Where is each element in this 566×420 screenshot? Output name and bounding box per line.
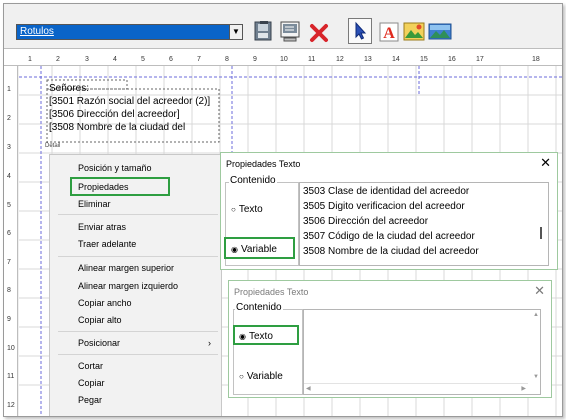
text-tool-icon[interactable]: A [377, 18, 401, 44]
menu-item-copy[interactable]: Copiar [78, 378, 105, 388]
ruler-tick: 8 [225, 56, 229, 63]
ruler-tick: 9 [253, 56, 257, 63]
ruler-tick: 12 [336, 56, 344, 63]
menu-item-copy-width[interactable]: Copiar ancho [78, 298, 132, 308]
menu-item-copy-height[interactable]: Copiar alto [78, 315, 122, 325]
ruler-tick: 6 [169, 56, 173, 63]
text-line: [3506 Dirección del acreedor] [49, 109, 180, 120]
delete-icon[interactable] [307, 18, 331, 44]
section-combo[interactable]: Rotulos ▼ [16, 24, 243, 40]
text-properties-dialog-variable: Propiedades Texto ✕ Contenido ○ Texto ◉ Va… [220, 152, 558, 270]
list-item[interactable]: 3503 Clase de identidad del acreedor [303, 186, 469, 197]
content-group [233, 309, 303, 395]
ruler-tick: 2 [7, 115, 11, 122]
highlight-properties [70, 177, 170, 196]
text-line: [3508 Nombre de la ciudad del [49, 122, 186, 133]
radio-texto[interactable]: ○ Texto [231, 204, 263, 215]
menu-item-align-top[interactable]: Alinear margen superior [78, 263, 174, 273]
ruler-tick: 11 [308, 56, 316, 63]
horizontal-scrollbar-track [304, 383, 528, 384]
variable-list[interactable]: 3503 Clase de identidad del acreedor 350… [299, 182, 549, 266]
image-tool-icon[interactable] [402, 18, 426, 44]
menu-item-send-back[interactable]: Enviar atras [78, 222, 126, 232]
list-item[interactable]: 3506 Dirección del acreedor [303, 216, 428, 227]
scroll-left-icon[interactable]: ◀ [306, 385, 311, 392]
ruler-tick: 3 [85, 56, 89, 63]
ruler-tick: 13 [364, 56, 372, 63]
menu-item-align-left[interactable]: Alinear margen izquierdo [78, 281, 178, 291]
dialog-title: Propiedades Texto [226, 159, 301, 169]
text-line: [3501 Razón social del acreedor (2)] [49, 96, 211, 107]
address-text-block[interactable]: Señores: [3501 Razón social del acreedor… [49, 82, 223, 140]
select-pointer-icon[interactable] [348, 18, 372, 44]
ruler-tick: 3 [7, 144, 11, 151]
menu-separator [58, 256, 218, 257]
ruler-tick: 2 [56, 56, 60, 63]
dialog-title: Propiedades Texto [234, 287, 309, 297]
ruler-tick: 14 [392, 56, 400, 63]
ruler-tick: 17 [476, 56, 484, 63]
ruler-tick: 8 [7, 287, 11, 294]
page-setup-icon[interactable] [278, 18, 302, 44]
ruler-tick: 9 [7, 316, 11, 323]
text-content-area[interactable]: ▲ ▼ ◀ ▶ [303, 309, 541, 395]
ruler-tick: 4 [7, 173, 11, 180]
menu-item-bring-front[interactable]: Traer adelante [78, 239, 136, 249]
text-line: Señores: [49, 83, 90, 94]
ruler-tick: 4 [113, 56, 117, 63]
ruler-tick: 15 [420, 56, 428, 63]
radio-label: Texto [238, 204, 263, 215]
menu-item-position-size[interactable]: Posición y tamaño [78, 163, 152, 173]
combo-dropdown-button[interactable]: ▼ [229, 25, 242, 39]
highlight-variable [224, 237, 295, 259]
radio-label: Variable [246, 371, 283, 382]
ruler-tick: 10 [7, 345, 15, 352]
context-menu: Posición y tamaño Propiedades Eliminar E… [49, 154, 222, 416]
vertical-ruler: 1 2 3 4 5 6 7 8 9 10 11 12 [4, 66, 18, 416]
scroll-up-icon[interactable]: ▲ [533, 312, 539, 318]
close-icon[interactable]: ✕ [540, 155, 551, 171]
ruler-tick: 16 [448, 56, 456, 63]
horizontal-ruler: 1 2 3 4 5 6 7 8 9 10 11 12 13 14 15 16 1… [4, 48, 562, 66]
group-label: Contenido [235, 302, 283, 313]
section-combo-value: Rotulos [17, 25, 230, 39]
ruler-tick: 1 [7, 86, 11, 93]
ruler-tick: 18 [532, 56, 540, 63]
submenu-arrow-icon: › [208, 338, 211, 348]
ruler-tick: 5 [7, 202, 11, 209]
menu-separator [58, 331, 218, 332]
picture-tool-icon[interactable] [428, 18, 452, 44]
menu-item-cut[interactable]: Cortar [78, 361, 103, 371]
menu-item-paste[interactable]: Pegar [78, 395, 102, 405]
detail-section-label: Detail [45, 143, 61, 149]
ruler-tick: 6 [7, 230, 11, 237]
ruler-tick: 12 [7, 402, 15, 409]
list-item[interactable]: 3508 Nombre de la ciudad del acreedor [303, 246, 479, 257]
ruler-tick: 7 [197, 56, 201, 63]
ruler-tick: 10 [280, 56, 288, 63]
ruler-tick: 5 [141, 56, 145, 63]
ruler-tick: 1 [28, 56, 32, 63]
list-scrollbar-thumb[interactable] [540, 227, 542, 239]
list-item[interactable]: 3505 Digito verificacion del acreedor [303, 201, 465, 212]
toolbar: Rotulos ▼ A [4, 4, 562, 48]
menu-item-position[interactable]: Posicionar [78, 338, 120, 348]
close-icon[interactable]: ✕ [534, 283, 545, 299]
radio-variable[interactable]: ○ Variable [239, 371, 283, 382]
menu-separator [58, 354, 218, 355]
ruler-tick: 7 [7, 259, 11, 266]
menu-separator [58, 214, 218, 215]
svg-text:A: A [383, 25, 395, 42]
list-item[interactable]: 3507 Código de la ciudad del acreedor [303, 231, 475, 242]
print-preview-icon[interactable] [252, 18, 276, 44]
text-properties-dialog-texto: Propiedades Texto ✕ Contenido ◉ Texto ○ Va… [228, 280, 552, 398]
group-label: Contenido [229, 175, 277, 186]
highlight-texto [233, 325, 299, 345]
scroll-down-icon[interactable]: ▼ [533, 374, 539, 380]
menu-item-delete[interactable]: Eliminar [78, 199, 111, 209]
scroll-right-icon[interactable]: ▶ [521, 385, 526, 392]
report-designer-window: Rotulos ▼ A 1 2 3 4 5 6 7 8 9 10 11 12 1… [3, 3, 563, 417]
ruler-tick: 11 [7, 373, 15, 380]
